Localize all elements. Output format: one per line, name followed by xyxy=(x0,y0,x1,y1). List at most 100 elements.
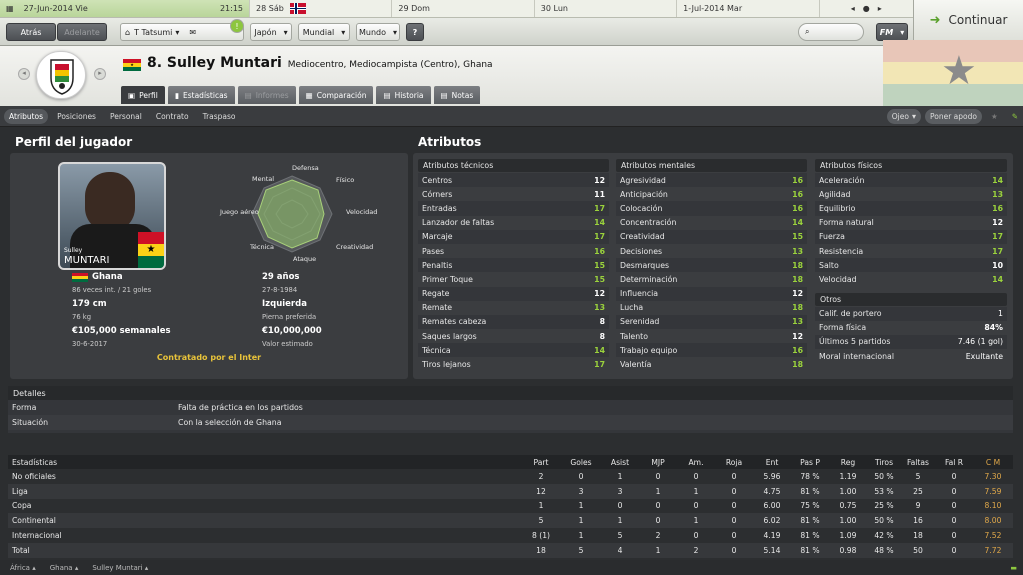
stats-cell: Total xyxy=(12,545,30,555)
attribute-name: Últimos 5 partidos xyxy=(819,337,891,347)
edit-icon[interactable]: ✎ xyxy=(1007,109,1023,124)
next-player-button[interactable]: ▸ xyxy=(94,68,106,80)
stats-row[interactable]: Liga 12 3 3 1 1 0 4.75 81 % 1.00 53 % 25 0 7.59 xyxy=(8,483,1013,499)
chevron-left-icon[interactable]: ◂ xyxy=(851,4,855,13)
manager-menu[interactable]: ⌂ T Tatsumi ✉ xyxy=(120,23,244,41)
calendar-nav[interactable]: ◂ ● ▸ xyxy=(818,0,913,17)
stats-cell: Liga xyxy=(12,486,28,496)
tab-history[interactable]: ▤ Historia xyxy=(376,86,431,104)
stats-cell: 1 xyxy=(655,486,661,496)
stats-column-header[interactable]: Fal R xyxy=(935,458,973,467)
dot-icon[interactable]: ● xyxy=(863,4,870,13)
attribute-row: Velocidad 14 xyxy=(815,272,1007,286)
forward-button[interactable]: Adelante xyxy=(57,23,107,41)
chevron-right-icon[interactable]: ▸ xyxy=(878,4,882,13)
calendar-today[interactable]: ▦ 27-Jun-2014 Vie 21:15 xyxy=(0,0,250,17)
stats-column-header[interactable]: Asist xyxy=(601,458,639,467)
subnav-transfer[interactable]: Traspaso xyxy=(198,109,241,124)
stats-header: Estadísticas Part Goles Asist MJP Am. Roja Ent P… xyxy=(8,455,1013,469)
calendar-day[interactable]: 30 Lun xyxy=(533,0,676,17)
stats-cell: 75 % xyxy=(800,501,820,511)
tab-stats[interactable]: ▮ Estadísticas xyxy=(167,86,235,104)
stats-row[interactable]: Copa 1 1 0 0 0 0 6.00 75 % 0.75 25 % 9 0 8.10 xyxy=(8,499,1013,514)
stats-cell: 1 xyxy=(693,516,699,526)
calendar-day[interactable]: 28 Sáb xyxy=(249,0,391,17)
stats-cell: 1.00 xyxy=(839,486,857,496)
stats-icon: ▮ xyxy=(174,90,179,100)
subnav-personal[interactable]: Personal xyxy=(105,109,147,124)
stats-column-header[interactable]: Part xyxy=(521,458,561,467)
stats-column-header[interactable]: Tiros xyxy=(867,458,901,467)
stats-cell: 48 % xyxy=(874,545,894,555)
previous-player-button[interactable]: ◂ xyxy=(18,68,30,80)
stats-row[interactable]: No oficiales 2 0 1 0 0 0 5.96 78 % 1.19 50 % 5 0 7.30 xyxy=(8,469,1013,484)
caps-goals: 86 veces int. / 21 goles xyxy=(72,286,152,294)
stats-column-header[interactable]: Reg xyxy=(829,458,867,467)
tab-reports[interactable]: ▤ Informes xyxy=(237,86,296,104)
attribute-row: Aceleración 14 xyxy=(815,173,1007,188)
scout-menu[interactable]: Ojeo xyxy=(886,108,921,124)
physical-attributes: Atributos físicos Aceleración 14 Agilidad 1… xyxy=(815,159,1007,363)
help-button[interactable]: ? xyxy=(406,23,424,41)
stats-cell: 1 xyxy=(655,545,661,555)
stats-column-header[interactable]: MJP xyxy=(639,458,677,467)
profile-panel: ★ Sulley MUNTARI Defensa Físico Velocida… xyxy=(10,153,408,379)
continue-button[interactable]: ➜ Continuar xyxy=(913,0,1023,40)
estimated-value-label: Valor estimado xyxy=(262,340,313,348)
nickname-button[interactable]: Poner apodo xyxy=(924,108,982,124)
calendar-day[interactable]: 1-Jul-2014 Mar xyxy=(676,0,818,17)
calendar-day[interactable]: 29 Dom xyxy=(391,0,533,17)
stats-cell: 1 xyxy=(578,516,584,526)
norway-flag-icon xyxy=(289,3,306,14)
subnav-contract[interactable]: Contrato xyxy=(151,109,194,124)
breadcrumb-region[interactable]: África ▴ xyxy=(10,564,36,572)
fm-menu[interactable]: FM xyxy=(876,23,908,41)
stats-row[interactable]: Internacional 8 (1) 1 5 2 0 0 4.19 81 % 1.09 42 % 1… xyxy=(8,528,1013,543)
stats-cell: 4.75 xyxy=(763,486,781,496)
attribute-value: 11 xyxy=(594,189,605,199)
stats-column-header[interactable]: C M xyxy=(973,458,1013,467)
stats-column-header[interactable]: Faltas xyxy=(901,458,935,467)
other-title: Otros xyxy=(815,292,1007,306)
attribute-name: Forma natural xyxy=(819,218,874,228)
tab-notes[interactable]: ▤ Notas xyxy=(433,86,481,104)
back-button[interactable]: Atrás xyxy=(6,23,56,41)
stats-row[interactable]: Total 18 5 4 1 2 0 5.14 81 % 0.98 48 % 50 0 7.72 xyxy=(8,542,1013,558)
radar-label-attack: Ataque xyxy=(293,255,317,263)
attribute-name: Entradas xyxy=(422,203,457,213)
subnav-positions[interactable]: Posiciones xyxy=(52,109,101,124)
stats-cell: 1 xyxy=(578,531,584,541)
stats-cell: 50 xyxy=(913,545,923,555)
attribute-row: Concentración 14 xyxy=(616,216,807,230)
radar-label-defense: Defensa xyxy=(292,164,319,172)
stats-column-header[interactable]: Goles xyxy=(561,458,601,467)
breadcrumb: África ▴ Ghana ▴ Sulley Muntari ▴ ▬ xyxy=(0,560,1023,575)
breadcrumb-player[interactable]: Sulley Muntari ▴ xyxy=(92,564,148,572)
stats-cell: 0 xyxy=(951,486,957,496)
details-panel: Detalles Forma Falta de práctica en los p… xyxy=(8,386,1013,433)
contract-end: 30-6-2017 xyxy=(72,340,108,348)
stats-column-header[interactable]: Ent xyxy=(753,458,791,467)
attribute-value: 17 xyxy=(992,232,1003,242)
attribute-row: Trabajo equipo 16 xyxy=(616,343,807,358)
attribute-name: Saques largos xyxy=(422,331,477,341)
world-menu[interactable]: Mundo xyxy=(356,23,400,41)
search-input[interactable]: ⌕ xyxy=(798,23,864,41)
breadcrumb-nation[interactable]: Ghana ▴ xyxy=(50,564,79,572)
tab-comparison[interactable]: ▦ Comparación xyxy=(298,86,374,104)
tab-profile[interactable]: ▣ Perfil xyxy=(121,86,165,104)
world-cup-menu[interactable]: Mundial xyxy=(298,23,350,41)
mental-attributes: Atributos mentales Agresividad 16 Anticipa… xyxy=(616,159,807,372)
stats-column-header[interactable]: Am. xyxy=(677,458,715,467)
subnav-attributes[interactable]: Atributos xyxy=(4,108,49,124)
stats-column-header[interactable]: Pas P xyxy=(791,458,829,467)
star-icon[interactable]: ★ xyxy=(986,109,1003,124)
notification-badge[interactable]: ! xyxy=(230,19,244,33)
stats-row[interactable]: Continental 5 1 1 0 1 0 6.02 81 % 1.00 50 % 16 0 8.00 xyxy=(8,513,1013,529)
japan-menu[interactable]: Japón xyxy=(250,23,292,41)
preferred-foot-label: Pierna preferida xyxy=(262,313,317,321)
stats-column-header[interactable]: Roja xyxy=(715,458,753,467)
stats-cell: 0 xyxy=(731,531,737,541)
stats-column-header[interactable]: Estadísticas xyxy=(8,458,521,467)
stats-cell: 1 xyxy=(538,501,544,511)
